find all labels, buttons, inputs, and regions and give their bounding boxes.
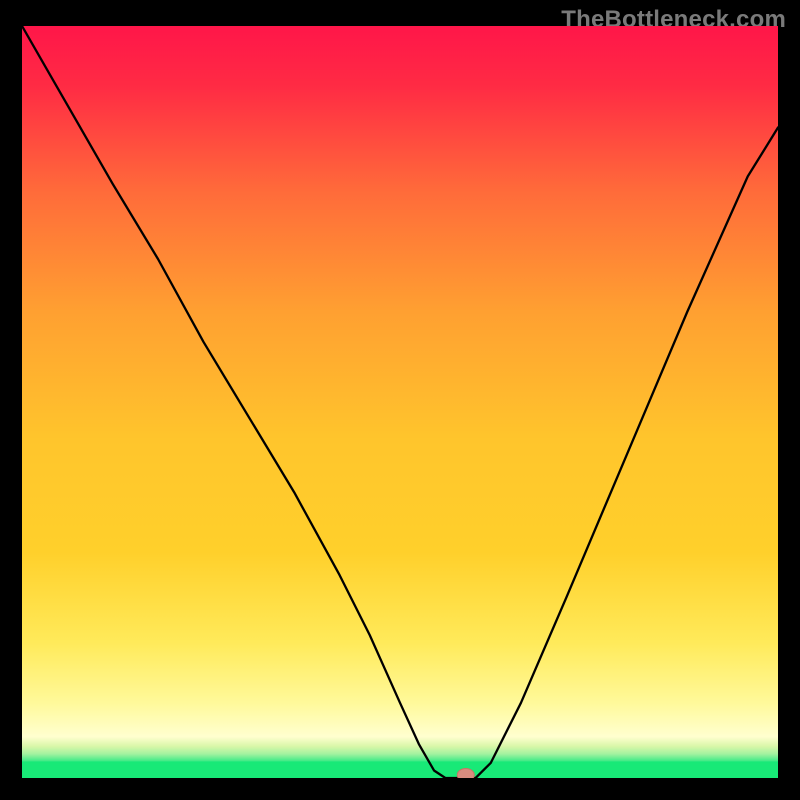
chart-container: TheBottleneck.com [0,0,800,800]
plot-area [22,26,778,778]
optimum-marker [457,768,474,778]
chart-svg [22,26,778,778]
gradient-bg [22,26,778,778]
green-baseline [22,761,778,778]
